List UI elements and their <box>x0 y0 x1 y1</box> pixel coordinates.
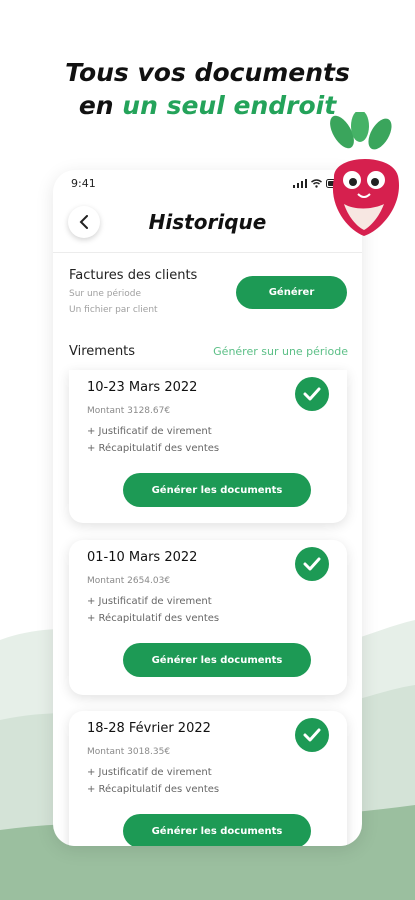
signal-icon <box>293 178 307 188</box>
radish-mascot-icon <box>330 112 400 236</box>
card-recapitulatif: + Récapitulatif des ventes <box>87 443 220 454</box>
card-recapitulatif: + Récapitulatif des ventes <box>87 784 220 795</box>
card-amount: Montant 3128.67€ <box>87 406 171 416</box>
status-bar: 9:41 <box>71 176 344 190</box>
wifi-icon <box>311 178 322 188</box>
check-icon <box>295 547 329 581</box>
generate-period-link[interactable]: Générer sur une période <box>213 345 348 358</box>
card-amount: Montant 2654.03€ <box>87 576 171 586</box>
factures-title: Factures des clients <box>69 268 198 283</box>
generate-documents-button[interactable]: Générer les documents <box>123 814 311 846</box>
header-divider <box>53 252 362 253</box>
transfer-card: 01-10 Mars 2022 Montant 2654.03€ + Justi… <box>69 540 347 695</box>
phone-screen: 9:41 Historique Factures des clients Sur… <box>53 170 362 846</box>
factures-subtitle-file: Un fichier par client <box>69 305 158 315</box>
card-justificatif: + Justificatif de virement <box>87 426 212 437</box>
check-icon <box>295 377 329 411</box>
generate-documents-button[interactable]: Générer les documents <box>123 473 311 507</box>
virements-label: Virements <box>69 344 136 359</box>
generate-invoices-button[interactable]: Générer <box>236 276 347 309</box>
card-date: 18-28 Février 2022 <box>87 721 211 736</box>
card-justificatif: + Justificatif de virement <box>87 596 212 607</box>
card-date: 01-10 Mars 2022 <box>87 550 198 565</box>
transfer-card: 18-28 Février 2022 Montant 3018.35€ + Ju… <box>69 711 347 846</box>
page-title: Historique <box>148 210 267 234</box>
check-icon <box>295 718 329 752</box>
transfer-card: 10-23 Mars 2022 Montant 3128.67€ + Justi… <box>69 370 347 523</box>
headline-line1: Tous vos documents <box>65 58 350 87</box>
generate-documents-button[interactable]: Générer les documents <box>123 643 311 677</box>
factures-subtitle-period: Sur une période <box>69 289 141 299</box>
headline-accent: un seul endroit <box>122 91 337 120</box>
card-date: 10-23 Mars 2022 <box>87 380 198 395</box>
card-justificatif: + Justificatif de virement <box>87 767 212 778</box>
status-time: 9:41 <box>71 176 96 190</box>
card-amount: Montant 3018.35€ <box>87 747 171 757</box>
card-recapitulatif: + Récapitulatif des ventes <box>87 613 220 624</box>
